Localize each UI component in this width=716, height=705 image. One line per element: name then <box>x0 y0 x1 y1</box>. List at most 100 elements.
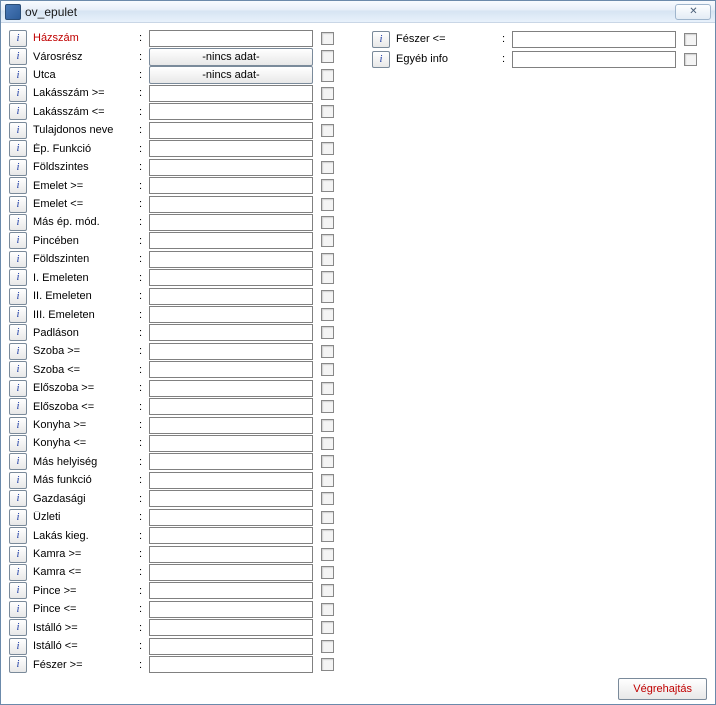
execute-button[interactable]: Végrehajtás <box>618 678 707 700</box>
pince-checkbox[interactable] <box>321 603 334 616</box>
info-button[interactable]: i <box>9 122 27 139</box>
info-button[interactable]: i <box>9 564 27 581</box>
varosresz-dropdown[interactable]: -nincs adat- <box>149 48 313 66</box>
istallo-checkbox[interactable] <box>321 640 334 653</box>
info-button[interactable]: i <box>9 214 27 231</box>
info-button[interactable]: i <box>9 269 27 286</box>
info-button[interactable]: i <box>9 380 27 397</box>
emelet-input[interactable] <box>149 196 313 213</box>
i-emeleten-checkbox[interactable] <box>321 271 334 284</box>
info-button[interactable]: i <box>9 196 27 213</box>
varosresz-checkbox[interactable] <box>321 50 334 63</box>
info-button[interactable]: i <box>9 177 27 194</box>
szoba-input[interactable] <box>149 361 313 378</box>
pinceben-input[interactable] <box>149 232 313 249</box>
info-button[interactable]: i <box>9 103 27 120</box>
info-button[interactable]: i <box>9 656 27 673</box>
info-button[interactable]: i <box>372 31 390 48</box>
lakas-kieg-input[interactable] <box>149 527 313 544</box>
lakasszam-input[interactable] <box>149 103 313 120</box>
foldszinten-input[interactable] <box>149 251 313 268</box>
emelet-checkbox[interactable] <box>321 179 334 192</box>
eloszoba-input[interactable] <box>149 398 313 415</box>
info-button[interactable]: i <box>9 361 27 378</box>
info-button[interactable]: i <box>9 638 27 655</box>
info-button[interactable]: i <box>9 527 27 544</box>
utca-dropdown[interactable]: -nincs adat- <box>149 66 313 84</box>
foldszintes-checkbox[interactable] <box>321 161 334 174</box>
tulajdonos-neve-checkbox[interactable] <box>321 124 334 137</box>
info-button[interactable]: i <box>9 453 27 470</box>
titlebar[interactable]: ov_epulet ✕ <box>1 1 715 23</box>
ep-funkcio-checkbox[interactable] <box>321 142 334 155</box>
lakas-kieg-checkbox[interactable] <box>321 529 334 542</box>
iii-emeleten-input[interactable] <box>149 306 313 323</box>
mas-funkcio-checkbox[interactable] <box>321 474 334 487</box>
mas-funkcio-input[interactable] <box>149 472 313 489</box>
eloszoba-input[interactable] <box>149 380 313 397</box>
info-button[interactable]: i <box>9 140 27 157</box>
info-button[interactable]: i <box>9 619 27 636</box>
info-button[interactable]: i <box>9 159 27 176</box>
szoba-checkbox[interactable] <box>321 363 334 376</box>
istallo-input[interactable] <box>149 619 313 636</box>
pinceben-checkbox[interactable] <box>321 234 334 247</box>
info-button[interactable]: i <box>9 435 27 452</box>
info-button[interactable]: i <box>9 601 27 618</box>
feszer-input[interactable] <box>149 656 313 673</box>
mas-ep-mod-input[interactable] <box>149 214 313 231</box>
info-button[interactable]: i <box>9 85 27 102</box>
lakasszam-checkbox[interactable] <box>321 87 334 100</box>
uzleti-input[interactable] <box>149 509 313 526</box>
foldszinten-checkbox[interactable] <box>321 253 334 266</box>
feszer-input[interactable] <box>512 31 676 48</box>
kamra-input[interactable] <box>149 546 313 563</box>
ii-emeleten-input[interactable] <box>149 288 313 305</box>
info-button[interactable]: i <box>9 398 27 415</box>
mas-helyiseg-checkbox[interactable] <box>321 455 334 468</box>
tulajdonos-neve-input[interactable] <box>149 122 313 139</box>
eloszoba-checkbox[interactable] <box>321 382 334 395</box>
info-button[interactable]: i <box>9 30 27 47</box>
pince-input[interactable] <box>149 582 313 599</box>
i-emeleten-input[interactable] <box>149 269 313 286</box>
istallo-checkbox[interactable] <box>321 621 334 634</box>
info-button[interactable]: i <box>9 48 27 65</box>
konyha-checkbox[interactable] <box>321 437 334 450</box>
padlason-input[interactable] <box>149 324 313 341</box>
padlason-checkbox[interactable] <box>321 326 334 339</box>
info-button[interactable]: i <box>9 251 27 268</box>
info-button[interactable]: i <box>9 509 27 526</box>
info-button[interactable]: i <box>9 472 27 489</box>
egyeb-info-checkbox[interactable] <box>684 53 697 66</box>
ep-funkcio-input[interactable] <box>149 140 313 157</box>
utca-checkbox[interactable] <box>321 69 334 82</box>
kamra-input[interactable] <box>149 564 313 581</box>
info-button[interactable]: i <box>9 288 27 305</box>
info-button[interactable]: i <box>9 490 27 507</box>
egyeb-info-input[interactable] <box>512 51 676 68</box>
info-button[interactable]: i <box>9 582 27 599</box>
info-button[interactable]: i <box>9 546 27 563</box>
iii-emeleten-checkbox[interactable] <box>321 308 334 321</box>
uzleti-checkbox[interactable] <box>321 511 334 524</box>
info-button[interactable]: i <box>9 232 27 249</box>
konyha-input[interactable] <box>149 435 313 452</box>
info-button[interactable]: i <box>9 324 27 341</box>
gazdasagi-input[interactable] <box>149 490 313 507</box>
kamra-checkbox[interactable] <box>321 566 334 579</box>
emelet-checkbox[interactable] <box>321 198 334 211</box>
eloszoba-checkbox[interactable] <box>321 400 334 413</box>
pince-checkbox[interactable] <box>321 584 334 597</box>
feszer-checkbox[interactable] <box>684 33 697 46</box>
info-button[interactable]: i <box>9 67 27 84</box>
emelet-input[interactable] <box>149 177 313 194</box>
konyha-input[interactable] <box>149 417 313 434</box>
close-button[interactable]: ✕ <box>675 4 711 20</box>
pince-input[interactable] <box>149 601 313 618</box>
info-button[interactable]: i <box>9 343 27 360</box>
istallo-input[interactable] <box>149 638 313 655</box>
info-button[interactable]: i <box>9 417 27 434</box>
konyha-checkbox[interactable] <box>321 419 334 432</box>
lakasszam-input[interactable] <box>149 85 313 102</box>
